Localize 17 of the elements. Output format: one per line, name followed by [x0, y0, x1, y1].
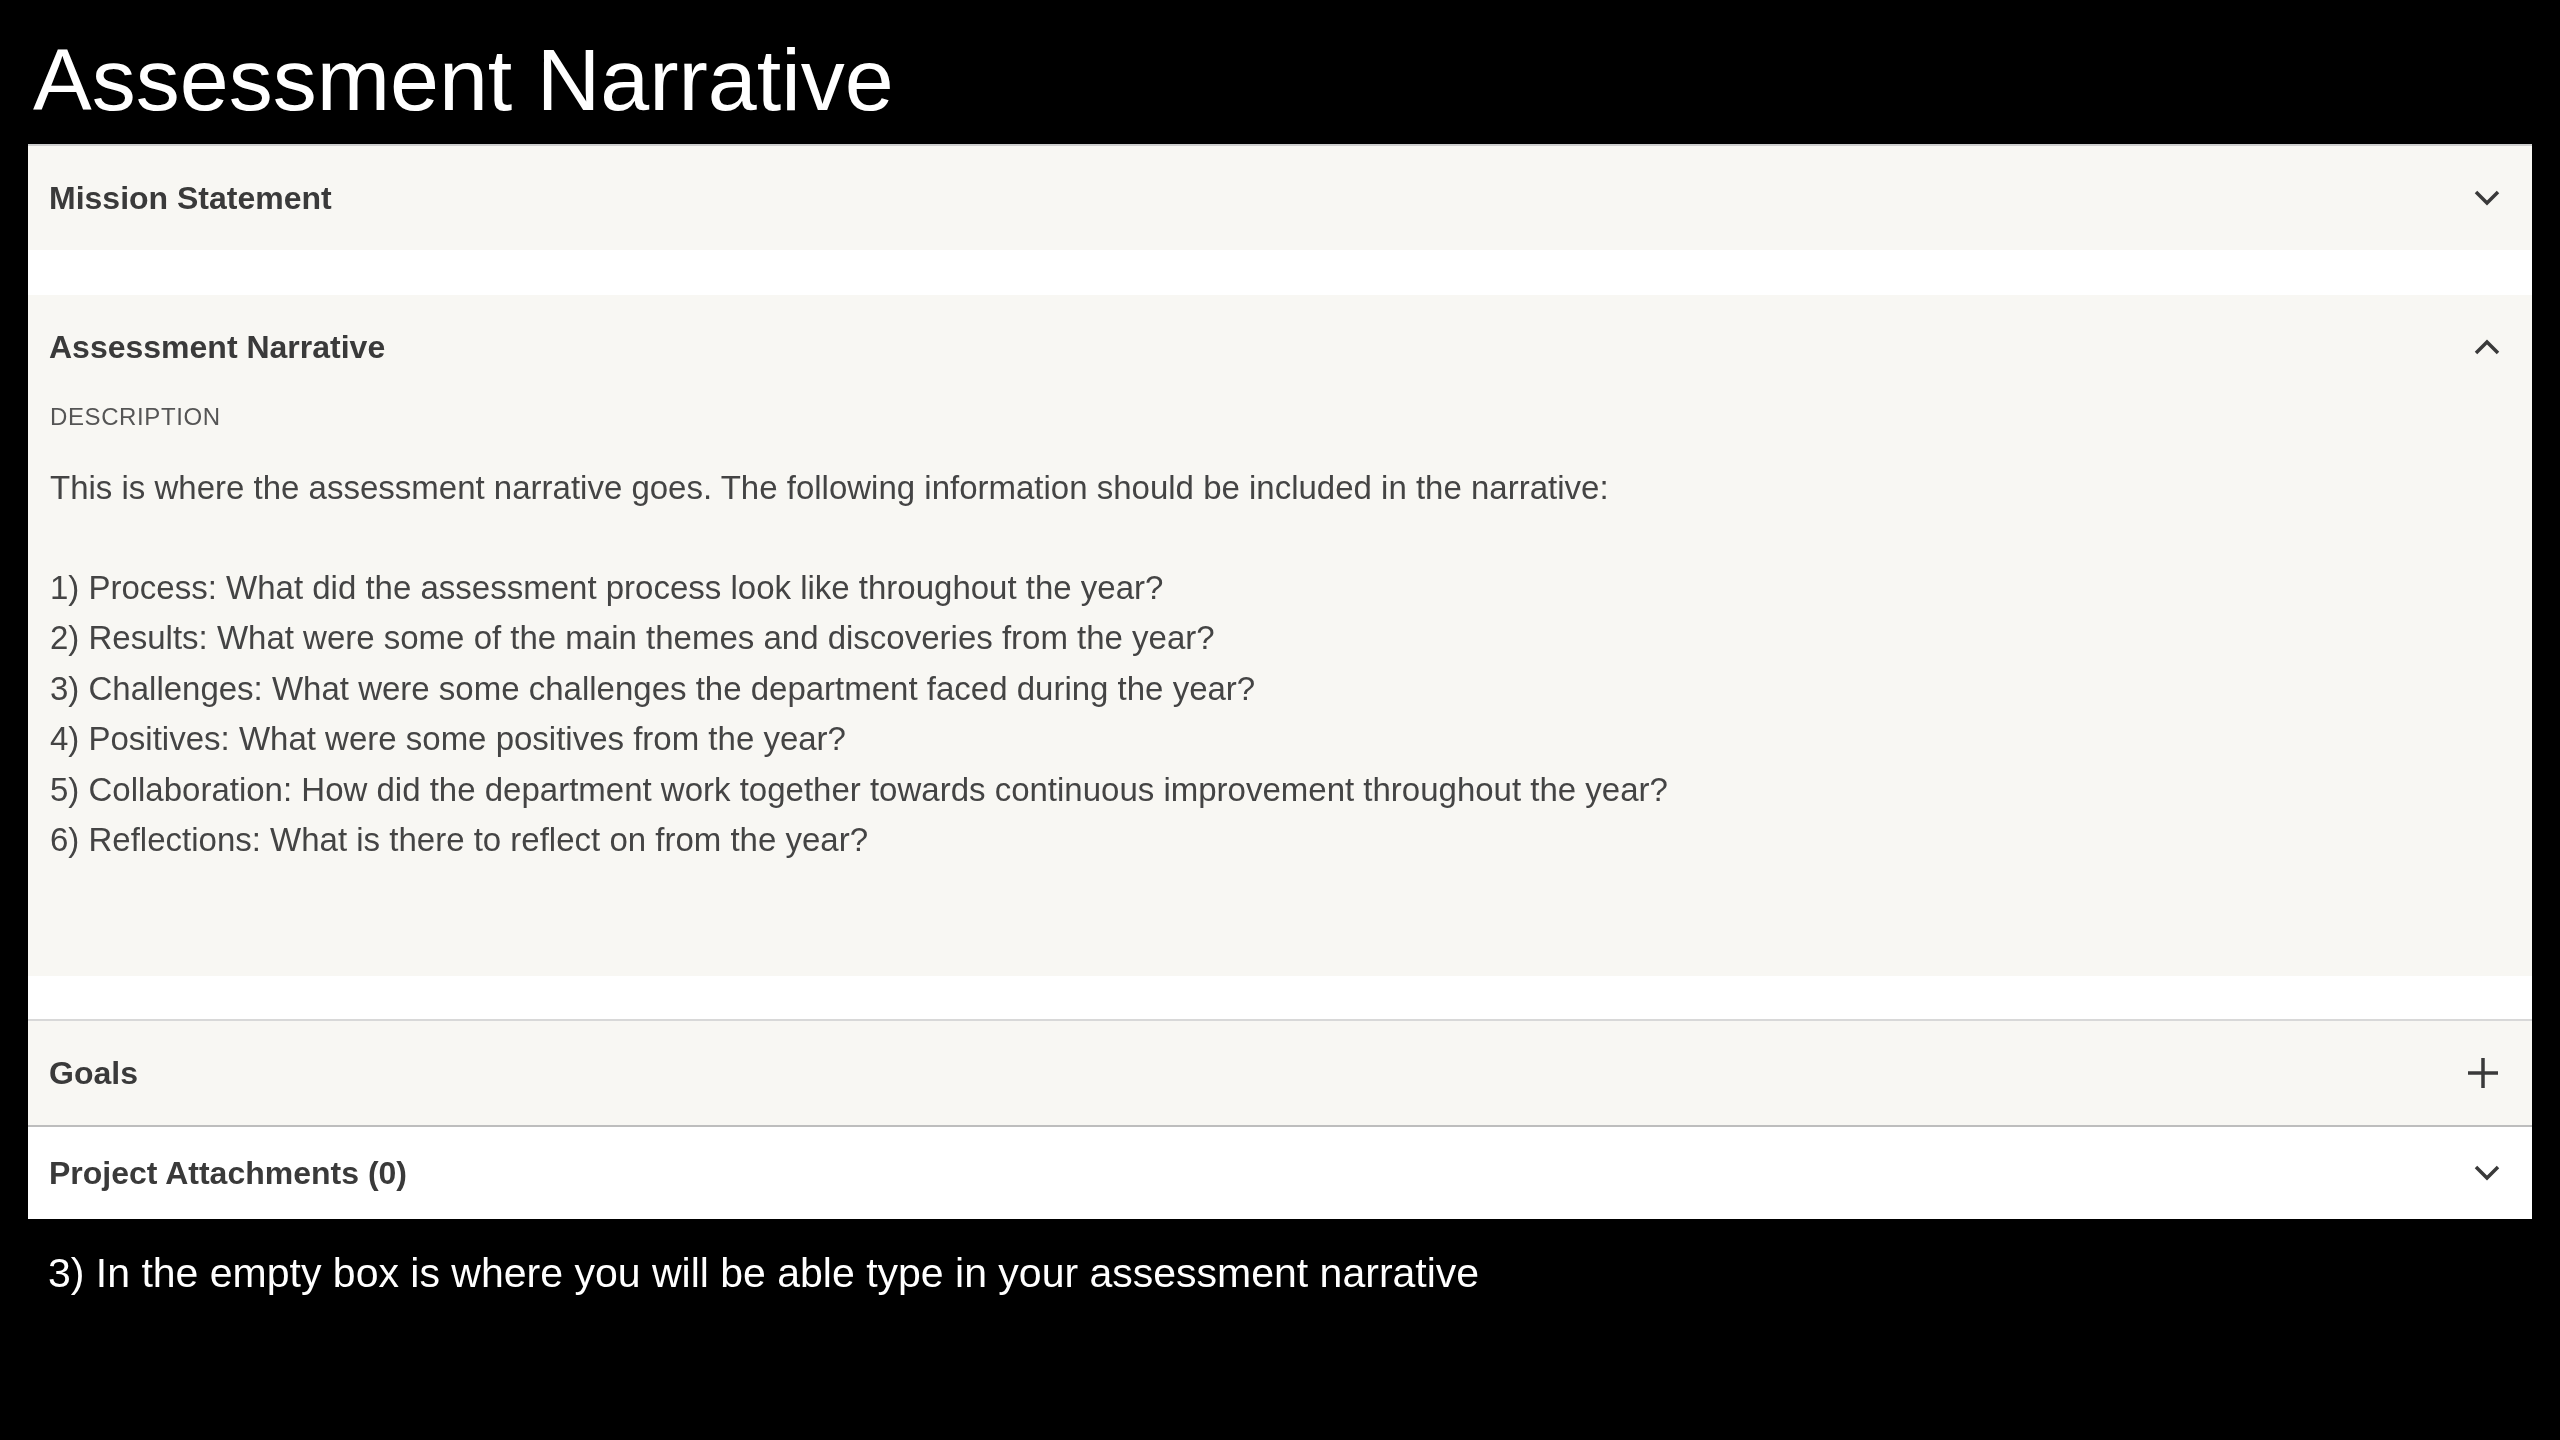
- description-list-item: 5) Collaboration: How did the department work together towards continuous improvement throughout the year?: [50, 769, 1668, 810]
- section-title: Assessment Narrative: [49, 328, 386, 367]
- description-list-item: 2) Results: What were some of the main themes and discoveries from the year?: [50, 618, 1215, 658]
- slide-caption: 3) In the empty box is where you will be able type in your assessment narrative: [47, 1248, 1480, 1298]
- accordion-header[interactable]: Goals: [28, 1020, 2532, 1125]
- section-title: Goals: [49, 1053, 138, 1093]
- section-title: Project Attachments (0): [49, 1153, 407, 1193]
- description-list-item: 4) Positives: What were some positives from the year?: [50, 719, 846, 759]
- description-label: DESCRIPTION: [50, 402, 221, 432]
- description-text: This is where the assessment narrative goes. The following information should be included in the narrative:: [50, 468, 1609, 508]
- accordion-header[interactable]: Assessment Narrative: [28, 295, 2532, 399]
- accordion-header[interactable]: Mission Statement: [28, 146, 2532, 250]
- description-list-item: 3) Challenges: What were some challenges the department faced during the year?: [50, 668, 1256, 709]
- slide-title: Assessment Narrative: [32, 29, 894, 131]
- description-list-item: 1) Process: What did the assessment process look like throughout the year?: [50, 567, 1164, 608]
- section-title: Mission Statement: [49, 179, 332, 218]
- description-list-item: 6) Reflections: What is there to reflect on from the year?: [50, 820, 869, 860]
